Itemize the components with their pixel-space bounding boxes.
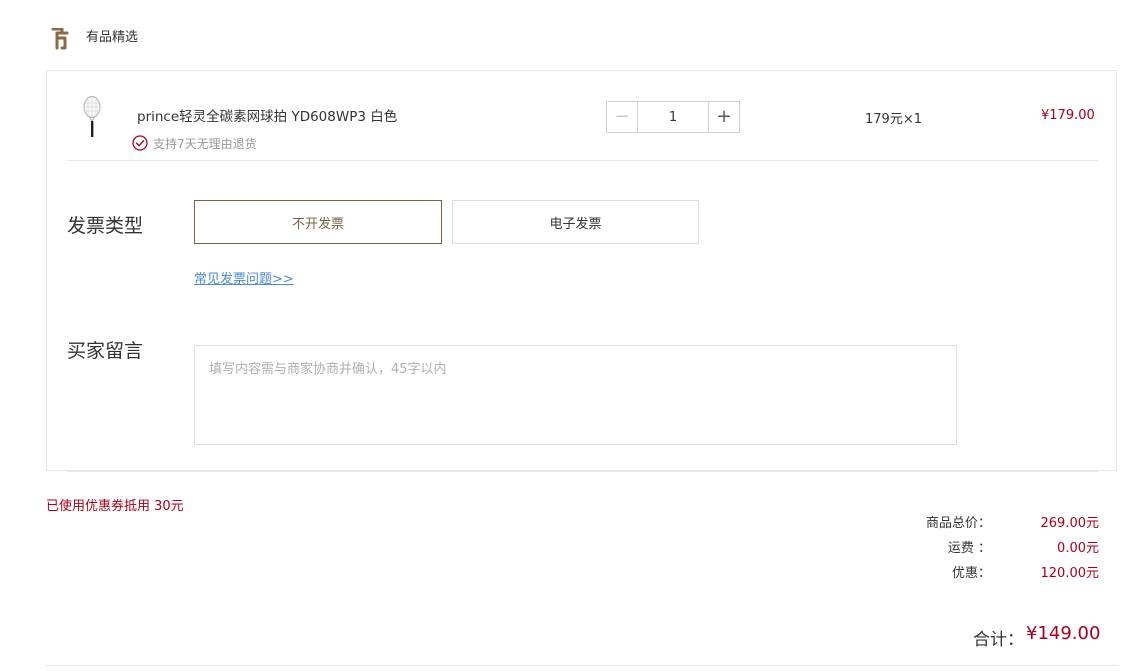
decrease-quantity-button[interactable]: − — [607, 102, 638, 132]
shipping-value: 0.00元 — [1057, 541, 1099, 556]
total-label: 合计： — [973, 630, 1024, 650]
product-name[interactable]: prince轻灵全碳素网球拍 YD608WP3 白色 — [137, 108, 397, 126]
buyer-message-label: 买家留言 — [67, 340, 144, 362]
increase-quantity-button[interactable]: + — [708, 102, 739, 132]
store-name[interactable]: 有品精选 — [86, 30, 138, 46]
quantity-stepper[interactable]: − + — [606, 101, 740, 133]
divider — [67, 471, 1098, 472]
invoice-type-label: 发票类型 — [67, 215, 144, 237]
invoice-option-electronic[interactable]: 电子发票 — [452, 200, 699, 244]
quantity-input[interactable] — [638, 102, 708, 132]
check-circle-icon — [132, 135, 148, 151]
divider — [67, 160, 1098, 161]
line-total: ¥179.00 — [1041, 108, 1095, 123]
tennis-racket-icon[interactable] — [80, 95, 104, 139]
return-policy-text: 支持7天无理由退货 — [153, 136, 257, 151]
plus-icon: + — [716, 106, 732, 127]
invoice-option-none[interactable]: 不开发票 — [194, 200, 442, 244]
shipping-label: 运费 ： — [947, 541, 991, 556]
subtotal-value: 269.00元 — [1040, 516, 1100, 531]
minus-icon: − — [614, 106, 630, 127]
total-value: ¥149.00 — [1026, 623, 1101, 644]
discount-value: 120.00元 — [1040, 566, 1100, 581]
subtotal-label: 商品总价： — [925, 516, 991, 531]
coupon-note: 已使用优惠券抵用 30元 — [46, 499, 184, 514]
unit-price-quantity: 179元×1 — [865, 112, 922, 127]
discount-label: 优惠： — [951, 566, 991, 581]
youpin-logo-icon — [51, 28, 69, 50]
invoice-faq-link[interactable]: 常见发票问题>> — [194, 268, 294, 287]
return-policy: 支持7天无理由退货 — [132, 134, 257, 152]
buyer-message-input[interactable] — [194, 345, 957, 445]
divider — [46, 665, 1118, 666]
